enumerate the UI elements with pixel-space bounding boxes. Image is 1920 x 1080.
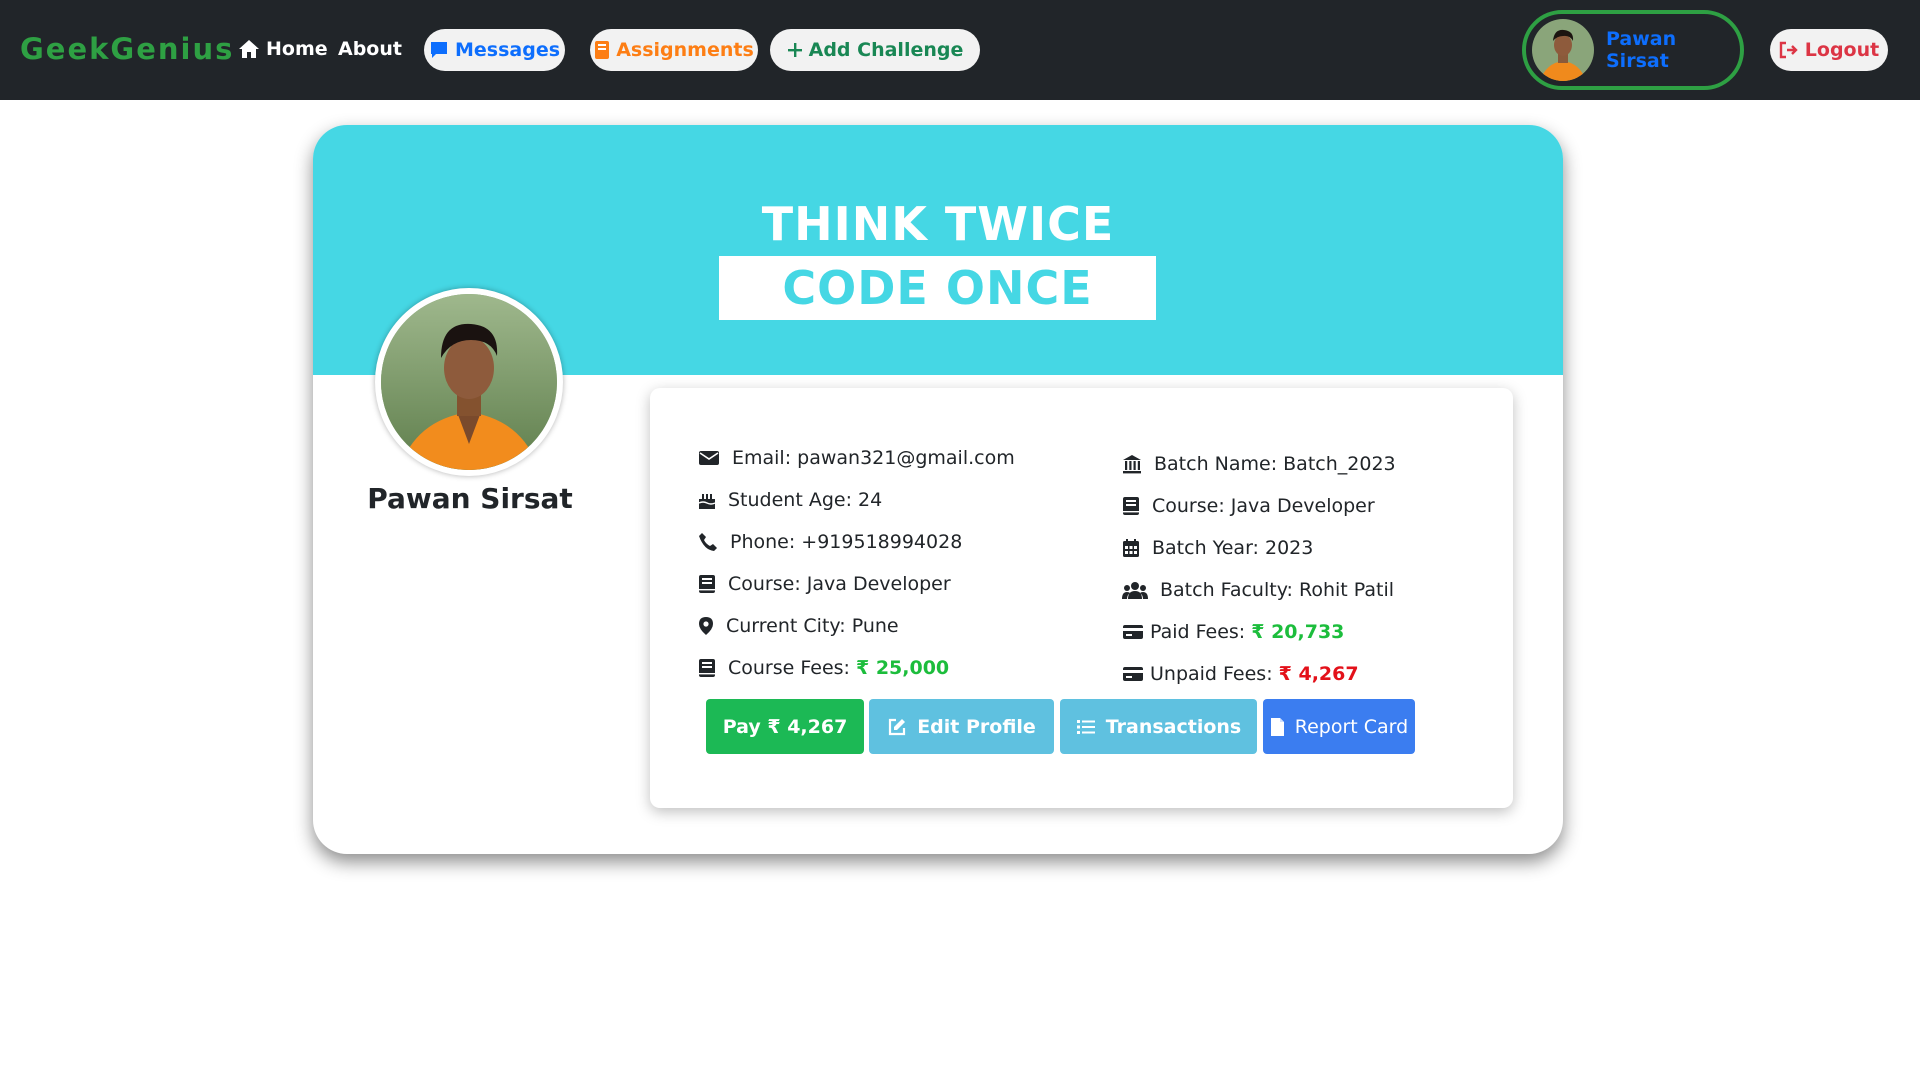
nav-home-link[interactable]: Home <box>238 38 328 60</box>
banner-subtitle: CODE ONCE <box>719 256 1156 320</box>
phone-icon <box>699 533 717 551</box>
list-icon <box>1076 719 1095 734</box>
edit-profile-label: Edit Profile <box>917 715 1036 738</box>
nav-about-label: About <box>338 38 402 60</box>
nav-home-label: Home <box>266 38 328 60</box>
book-icon <box>699 575 715 593</box>
messages-label: Messages <box>454 39 561 61</box>
book-icon <box>595 41 610 59</box>
unpaid-fees-label: Unpaid Fees: <box>1150 663 1279 685</box>
envelope-icon <box>699 451 719 465</box>
course-text: Course: Java Developer <box>728 573 951 595</box>
transactions-label: Transactions <box>1105 715 1242 738</box>
paid-fees-value: ₹ 20,733 <box>1251 621 1345 643</box>
book-icon <box>699 659 715 677</box>
paid-fees-label: Paid Fees: <box>1150 621 1252 643</box>
file-icon <box>1270 717 1284 736</box>
add-challenge-label: Add Challenge <box>808 39 964 61</box>
edit-profile-button[interactable]: Edit Profile <box>869 699 1054 754</box>
unpaid-fees-value: ₹ 4,267 <box>1278 663 1359 685</box>
avatar <box>1532 19 1594 81</box>
user-name: Pawan Sirsat <box>1606 28 1677 72</box>
batch-name-row: Batch Name: Batch_2023 <box>1122 453 1396 475</box>
batch-faculty-text: Batch Faculty: Rohit Patil <box>1160 579 1395 601</box>
brand-logo[interactable]: GeekGenius <box>20 32 234 66</box>
plus-icon <box>787 43 802 57</box>
transactions-button[interactable]: Transactions <box>1060 699 1257 754</box>
calendar-icon <box>1123 539 1139 557</box>
logout-icon <box>1779 41 1798 59</box>
batch-name-text: Batch Name: Batch_2023 <box>1154 453 1396 475</box>
logout-button[interactable]: Logout <box>1770 29 1888 71</box>
age-text: Student Age: 24 <box>728 489 883 511</box>
credit-card-icon <box>1123 667 1143 681</box>
birthday-cake-icon <box>698 494 716 509</box>
paid-fees-row: Paid Fees: ₹ 20,733 <box>1122 621 1344 643</box>
profile-avatar <box>375 288 563 476</box>
credit-card-icon <box>1123 625 1143 639</box>
email-text: Email: pawan321@gmail.com <box>732 447 1015 469</box>
report-card-button[interactable]: Report Card <box>1263 699 1415 754</box>
phone-text: Phone: +919518994028 <box>730 531 963 553</box>
phone-row: Phone: +919518994028 <box>698 531 962 553</box>
user-profile-button[interactable]: Pawan Sirsat <box>1522 10 1744 90</box>
unpaid-fees-row: Unpaid Fees: ₹ 4,267 <box>1122 663 1359 685</box>
messages-button[interactable]: Messages <box>424 29 565 71</box>
assignments-label: Assignments <box>616 39 754 61</box>
pay-button[interactable]: Pay ₹ 4,267 <box>706 699 864 754</box>
location-pin-icon <box>699 617 713 635</box>
course-row: Course: Java Developer <box>698 573 951 595</box>
nav-about-link[interactable]: About <box>338 38 402 60</box>
users-icon <box>1122 582 1148 599</box>
add-challenge-button[interactable]: Add Challenge <box>770 29 980 71</box>
batch-year-row: Batch Year: 2023 <box>1122 537 1313 559</box>
batch-course-text: Course: Java Developer <box>1152 495 1375 517</box>
age-row: Student Age: 24 <box>698 489 882 511</box>
student-info-panel: Email: pawan321@gmail.com Student Age: 2… <box>650 388 1513 808</box>
assignments-button[interactable]: Assignments <box>590 29 758 71</box>
pay-label: Pay ₹ 4,267 <box>722 715 848 738</box>
logout-label: Logout <box>1804 39 1880 61</box>
book-icon <box>1123 497 1139 515</box>
profile-name: Pawan Sirsat <box>367 482 573 515</box>
message-icon <box>430 42 447 58</box>
profile-card: THINK TWICE CODE ONCE Pawan Sirsat Email… <box>313 125 1563 854</box>
home-icon <box>239 40 259 58</box>
course-fees-row: Course Fees: ₹ 25,000 <box>698 657 949 679</box>
city-text: Current City: Pune <box>726 615 899 637</box>
batch-year-text: Batch Year: 2023 <box>1152 537 1314 559</box>
email-row: Email: pawan321@gmail.com <box>698 447 1015 469</box>
banner-title: THINK TWICE <box>761 197 1115 251</box>
edit-icon <box>889 718 906 735</box>
report-card-label: Report Card <box>1294 715 1409 738</box>
institution-icon <box>1123 455 1141 474</box>
batch-course-row: Course: Java Developer <box>1122 495 1375 517</box>
course-fees-value: ₹ 25,000 <box>855 657 950 679</box>
course-fees-label: Course Fees: <box>728 657 856 679</box>
city-row: Current City: Pune <box>698 615 899 637</box>
navbar: GeekGenius Home About Messages Assignmen… <box>0 0 1920 100</box>
batch-faculty-row: Batch Faculty: Rohit Patil <box>1122 579 1394 601</box>
